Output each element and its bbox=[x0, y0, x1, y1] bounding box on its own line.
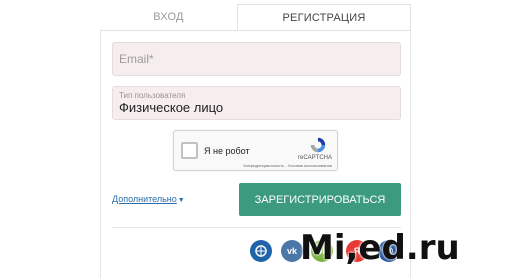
recaptcha-logo-icon bbox=[310, 137, 326, 153]
recaptcha-checkbox[interactable] bbox=[181, 142, 198, 159]
user-type-select[interactable]: Тип пользователя Физическое лицо bbox=[112, 86, 401, 120]
recaptcha-links[interactable]: Конфиденциальность - Условия использован… bbox=[243, 163, 332, 168]
registration-page: Вход Регистрация Email* Тип пользователя… bbox=[0, 0, 523, 278]
more-options-link[interactable]: Дополнительно▼ bbox=[112, 194, 185, 204]
recaptcha-brand: reCAPTCHA bbox=[297, 155, 332, 161]
user-type-label: Тип пользователя bbox=[119, 91, 186, 100]
more-options-label: Дополнительно bbox=[112, 194, 177, 204]
email-placeholder: Email* bbox=[119, 52, 154, 66]
recaptcha-widget: Я не робот reCAPTCHA Конфиденциальность … bbox=[173, 130, 338, 171]
register-button[interactable]: Зарегистрироваться bbox=[239, 183, 401, 216]
caret-down-icon: ▼ bbox=[177, 197, 185, 204]
email-field[interactable]: Email* bbox=[112, 42, 401, 76]
watermark: Mi,ed.ru bbox=[300, 228, 460, 268]
recaptcha-label: Я не робот bbox=[204, 146, 250, 156]
tab-register[interactable]: Регистрация bbox=[237, 4, 411, 31]
tab-login[interactable]: Вход bbox=[100, 4, 237, 31]
webmoney-icon[interactable] bbox=[250, 240, 272, 262]
user-type-value: Физическое лицо bbox=[119, 100, 224, 115]
